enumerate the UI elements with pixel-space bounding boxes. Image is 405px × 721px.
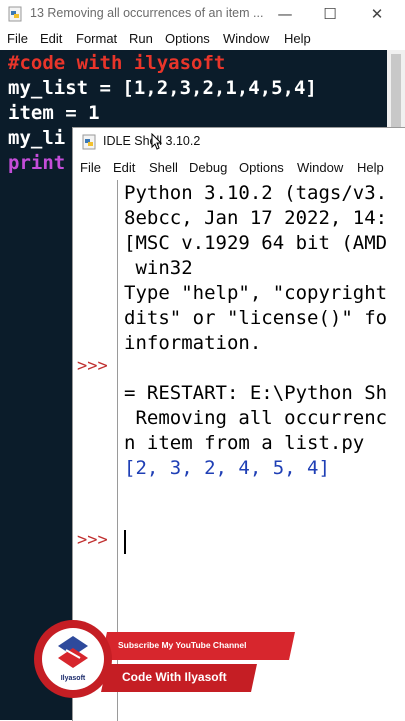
channel-name: Code With Ilyasoft — [122, 670, 227, 684]
shell-line: [MSC v.1929 64 bit (AMD — [124, 232, 388, 254]
editor-title: 13 Removing all occurrences of an item .… — [30, 6, 264, 20]
shell-menu-window[interactable]: Window — [297, 160, 343, 175]
close-button[interactable]: ✕ — [362, 2, 392, 26]
editor-menubar: File Edit Format Run Options Window Help — [0, 28, 405, 50]
logo-caption: Ilyasoft — [60, 675, 86, 682]
code-line-4: my_li — [8, 127, 66, 149]
shell-menu-options[interactable]: Options — [239, 160, 284, 175]
shell-line: = RESTART: E:\Python Sh — [124, 382, 388, 404]
code-line-list: my_list = [1,2,3,2,1,4,5,4] — [8, 77, 317, 99]
menu-edit[interactable]: Edit — [40, 31, 62, 46]
prompt-marker: >>> — [77, 356, 108, 376]
shell-line: dits" or "license()" fo — [124, 307, 388, 329]
shell-titlebar[interactable]: IDLE Shell 3.10.2 — [73, 128, 405, 156]
editor-titlebar[interactable]: 13 Removing all occurrences of an item .… — [0, 0, 405, 28]
code-line-item: item = 1 — [8, 102, 100, 124]
logo-inner: Ilyasoft — [42, 628, 104, 690]
mouse-cursor-icon — [151, 133, 163, 150]
shell-output-result: [2, 3, 2, 4, 5, 4] — [124, 457, 330, 479]
menu-options[interactable]: Options — [165, 31, 210, 46]
shell-menu-edit[interactable]: Edit — [113, 160, 135, 175]
shell-line: n item from a list.py — [124, 432, 365, 454]
channel-logo: Ilyasoft — [34, 620, 112, 698]
shell-menubar: File Edit Shell Debug Options Window Hel… — [73, 156, 405, 180]
ilyasoft-logo-icon — [58, 636, 88, 668]
shell-menu-shell[interactable]: Shell — [149, 160, 178, 175]
menu-file[interactable]: File — [7, 31, 28, 46]
code-line-print: print — [8, 152, 66, 174]
shell-line: Removing all occurrenc — [124, 407, 388, 429]
channel-banner: Subscribe My YouTube Channel Code With I… — [34, 620, 295, 710]
shell-menu-debug[interactable]: Debug — [189, 160, 227, 175]
text-cursor — [124, 530, 126, 554]
shell-menu-help[interactable]: Help — [357, 160, 384, 175]
subscribe-text: Subscribe My YouTube Channel — [118, 640, 247, 650]
idle-icon — [82, 134, 96, 150]
minimize-button[interactable]: — — [270, 2, 300, 26]
shell-line: Type "help", "copyright — [124, 282, 388, 304]
prompt-marker: >>> — [77, 530, 108, 550]
python-file-icon — [8, 6, 22, 22]
menu-window[interactable]: Window — [223, 31, 269, 46]
shell-line: Python 3.10.2 (tags/v3. — [124, 182, 388, 204]
shell-line: win32 — [124, 257, 193, 279]
menu-help[interactable]: Help — [284, 31, 311, 46]
shell-line: information. — [124, 332, 262, 354]
code-line-comment: #code with ilyasoft — [8, 52, 226, 74]
menu-run[interactable]: Run — [129, 31, 153, 46]
shell-menu-file[interactable]: File — [80, 160, 101, 175]
maximize-button[interactable]: ☐ — [315, 2, 345, 26]
shell-line: 8ebcc, Jan 17 2022, 14: — [124, 207, 388, 229]
menu-format[interactable]: Format — [76, 31, 117, 46]
